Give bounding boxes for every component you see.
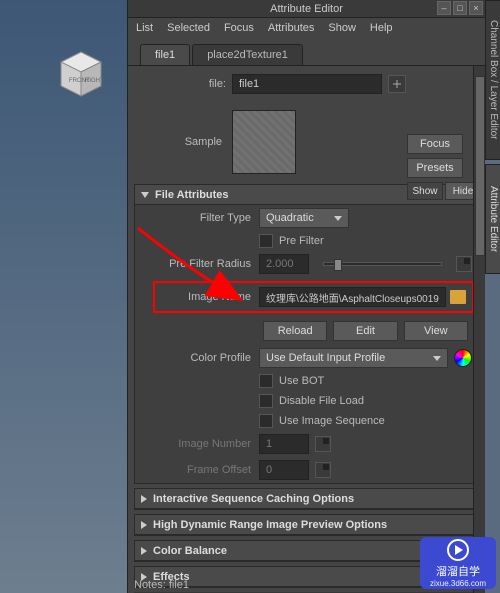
sample-swatch[interactable] — [232, 110, 296, 174]
svg-text:RIGHT: RIGHT — [85, 78, 104, 84]
node-name-row: file: — [128, 66, 485, 98]
use-bot-checkbox[interactable] — [259, 374, 273, 388]
io-icon[interactable] — [388, 75, 406, 93]
menu-help[interactable]: Help — [370, 22, 393, 34]
use-image-sequence-label: Use Image Sequence — [279, 415, 385, 427]
map-button-icon[interactable] — [315, 436, 331, 452]
menu-attributes[interactable]: Attributes — [268, 22, 314, 34]
maximize-button[interactable]: □ — [453, 1, 467, 15]
node-name-input[interactable] — [232, 74, 382, 94]
window-title: Attribute Editor — [270, 3, 343, 15]
viewport-3d: FRONT RIGHT — [0, 0, 127, 593]
image-number-label: Image Number — [141, 438, 259, 450]
reload-button[interactable]: Reload — [263, 321, 327, 341]
minimize-button[interactable]: – — [437, 1, 451, 15]
image-number-input[interactable] — [259, 434, 309, 454]
image-name-label: Image Name — [161, 291, 259, 303]
disable-file-load-checkbox[interactable] — [259, 394, 273, 408]
dock-tab-attribute-editor[interactable]: Attribute Editor — [485, 164, 500, 274]
show-button[interactable]: Show — [407, 182, 443, 200]
browse-folder-icon[interactable] — [450, 290, 466, 304]
content-area: file: Focus Presets Show Hide Sample Fil… — [128, 66, 485, 593]
presets-button[interactable]: Presets — [407, 158, 463, 178]
section-header[interactable]: High Dynamic Range Image Preview Options — [135, 515, 478, 535]
pre-filter-label: Pre Filter — [279, 235, 324, 247]
filter-type-dropdown[interactable]: Quadratic — [259, 208, 349, 228]
disclosure-right-icon — [141, 495, 147, 503]
section-file-attributes: File Attributes Filter Type Quadratic Pr… — [134, 184, 479, 484]
close-button[interactable]: × — [469, 1, 483, 15]
frame-offset-input[interactable] — [259, 460, 309, 480]
disable-file-load-label: Disable File Load — [279, 395, 364, 407]
notes-row: Notes: file1 — [134, 579, 189, 591]
map-button-icon[interactable] — [315, 462, 331, 478]
watermark-badge: 溜溜自学 zixue.3d66.com — [420, 537, 496, 589]
menu-focus[interactable]: Focus — [224, 22, 254, 34]
dock-tab-channel-box[interactable]: Channel Box / Layer Editor — [485, 0, 500, 160]
pre-filter-radius-label: Pre Filter Radius — [141, 258, 259, 270]
sample-label: Sample — [134, 136, 232, 148]
section-hdr-preview: High Dynamic Range Image Preview Options — [134, 514, 479, 536]
edit-button[interactable]: Edit — [333, 321, 397, 341]
image-name-input[interactable] — [259, 287, 446, 307]
play-icon — [447, 539, 469, 561]
map-button-icon[interactable] — [456, 256, 472, 272]
tabbar: file1 place2dTexture1 — [128, 38, 485, 66]
view-button[interactable]: View — [404, 321, 468, 341]
titlebar: Attribute Editor – □ × — [128, 0, 485, 18]
disclosure-right-icon — [141, 547, 147, 555]
menubar: List Selected Focus Attributes Show Help — [128, 18, 485, 38]
tab-place2dtexture1[interactable]: place2dTexture1 — [192, 44, 303, 65]
color-profile-label: Color Profile — [141, 352, 259, 364]
attribute-editor-panel: Attribute Editor – □ × List Selected Foc… — [127, 0, 485, 593]
pre-filter-radius-slider[interactable] — [315, 262, 450, 266]
color-profile-dropdown[interactable]: Use Default Input Profile — [259, 348, 448, 368]
pre-filter-radius-input[interactable] — [259, 254, 309, 274]
use-bot-label: Use BOT — [279, 375, 324, 387]
menu-show[interactable]: Show — [328, 22, 356, 34]
right-dock-tabs: Channel Box / Layer Editor Attribute Edi… — [485, 0, 500, 593]
disclosure-down-icon — [141, 192, 149, 198]
frame-offset-label: Frame Offset — [141, 464, 259, 476]
tab-file1[interactable]: file1 — [140, 44, 190, 65]
pre-filter-checkbox[interactable] — [259, 234, 273, 248]
filter-type-label: Filter Type — [141, 212, 259, 224]
disclosure-right-icon — [141, 521, 147, 529]
menu-list[interactable]: List — [136, 22, 153, 34]
section-header[interactable]: Interactive Sequence Caching Options — [135, 489, 478, 509]
use-image-sequence-checkbox[interactable] — [259, 414, 273, 428]
focus-button[interactable]: Focus — [407, 134, 463, 154]
section-interactive-sequence-caching: Interactive Sequence Caching Options — [134, 488, 479, 510]
viewcube[interactable]: FRONT RIGHT — [55, 48, 107, 100]
color-wheel-icon[interactable] — [454, 349, 472, 367]
scrollbar[interactable] — [473, 66, 485, 593]
scrollbar-thumb[interactable] — [475, 76, 485, 256]
file-label: file: — [134, 78, 232, 90]
annotation-highlight: Image Name — [153, 281, 474, 313]
menu-selected[interactable]: Selected — [167, 22, 210, 34]
